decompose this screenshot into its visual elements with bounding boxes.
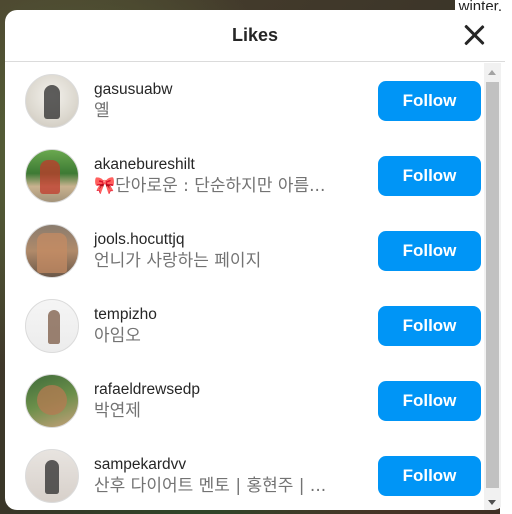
user-info: akanebureshilt 🎀단아로운 : 단순하지만 아름... [94, 155, 378, 197]
username-link[interactable]: akanebureshilt [94, 155, 378, 175]
avatar-photo [48, 309, 60, 344]
username-link[interactable]: jools.hocuttjq [94, 230, 378, 250]
list-item: sampekardvv 산후 다이어트 멘토 | 홍현주 | ... Follo… [5, 438, 483, 510]
follow-button[interactable]: Follow [378, 455, 481, 496]
list-item: akanebureshilt 🎀단아로운 : 단순하지만 아름... Follo… [5, 138, 483, 213]
follow-button[interactable]: Follow [378, 80, 481, 121]
user-info: sampekardvv 산후 다이어트 멘토 | 홍현주 | ... [94, 455, 378, 497]
follow-button[interactable]: Follow [378, 380, 481, 421]
full-name: 🎀단아로운 : 단순하지만 아름... [94, 175, 326, 196]
username-link[interactable]: tempizho [94, 305, 378, 325]
user-info: tempizho 아임오 [94, 305, 378, 347]
username-link[interactable]: rafaeldrewsedp [94, 380, 378, 400]
scroll-down-icon[interactable] [488, 500, 496, 505]
avatar-photo [45, 459, 59, 494]
avatar[interactable] [25, 298, 79, 353]
close-icon[interactable] [461, 22, 487, 48]
avatar-photo [37, 384, 67, 415]
avatar[interactable] [25, 448, 79, 503]
full-name: 산후 다이어트 멘토 | 홍현주 | ... [94, 475, 327, 496]
follow-button[interactable]: Follow [378, 230, 481, 271]
avatar-photo [37, 232, 67, 273]
list-item: jools.hocuttjq 언니가 사랑하는 페이지 Follow [5, 213, 483, 288]
list-item: gasusuabw 옐 Follow [5, 63, 483, 138]
avatar[interactable] [25, 223, 79, 278]
avatar[interactable] [25, 73, 79, 128]
scroll-up-icon[interactable] [488, 70, 496, 75]
username-link[interactable]: gasusuabw [94, 80, 378, 100]
username-link[interactable]: sampekardvv [94, 455, 378, 475]
follow-button[interactable]: Follow [378, 305, 481, 346]
avatar[interactable] [25, 373, 79, 428]
scrollbar[interactable] [484, 63, 501, 510]
list-item: tempizho 아임오 Follow [5, 288, 483, 363]
full-name: 박연제 [94, 400, 141, 421]
user-info: gasusuabw 옐 [94, 80, 378, 122]
user-info: rafaeldrewsedp 박연제 [94, 380, 378, 422]
full-name: 옐 [94, 100, 110, 121]
likes-list: gasusuabw 옐 Follow akanebureshilt 🎀단아로운 … [5, 63, 483, 510]
dialog-header: Likes [5, 10, 505, 62]
full-name: 아임오 [94, 325, 141, 346]
follow-button[interactable]: Follow [378, 155, 481, 196]
full-name: 언니가 사랑하는 페이지 [94, 250, 262, 271]
list-item: rafaeldrewsedp 박연제 Follow [5, 363, 483, 438]
likes-dialog: Likes gasusuabw 옐 Follow akanebureshilt … [5, 10, 505, 510]
avatar[interactable] [25, 148, 79, 203]
avatar-photo [44, 84, 60, 119]
user-info: jools.hocuttjq 언니가 사랑하는 페이지 [94, 230, 378, 272]
dialog-title: Likes [231, 25, 279, 45]
scroll-thumb[interactable] [486, 82, 499, 488]
avatar-photo [40, 159, 60, 194]
